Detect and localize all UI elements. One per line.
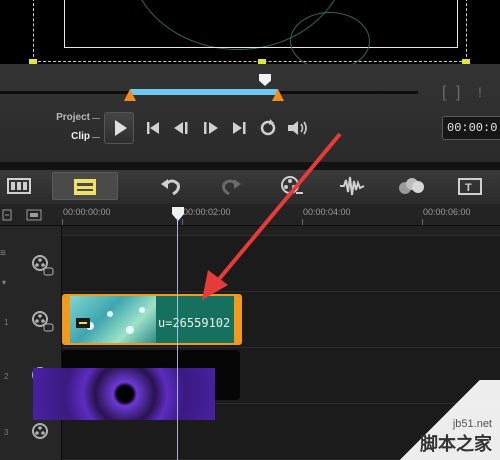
trim-in-handle[interactable] [124, 89, 136, 101]
mark-out-button[interactable]: ] [456, 84, 460, 102]
track-manager-icon[interactable] [26, 208, 48, 222]
fit-timeline-icon[interactable] [2, 208, 22, 222]
project-mode-label[interactable]: Project [20, 112, 90, 123]
track-number: 3 [4, 428, 9, 437]
preview-circle-graphic-2 [290, 12, 370, 70]
clip-mode-label[interactable]: Clip [20, 131, 90, 142]
watermark-name: 脚本之家 [420, 434, 492, 454]
film-reel-icon [32, 311, 54, 332]
title-safe-frame [64, 0, 458, 48]
watermark: jb51.net 脚本之家 [420, 418, 492, 456]
film-strip-icon [7, 178, 31, 194]
timeline-playhead-line [177, 226, 178, 460]
title-icon: T [458, 178, 482, 195]
track-number: 1 [4, 318, 9, 327]
trim-out-handle[interactable] [272, 89, 284, 101]
video-track-toggle[interactable] [28, 252, 56, 278]
overlay-track-3-toggle[interactable] [28, 420, 56, 446]
title-button[interactable]: T [456, 172, 484, 200]
mode-divider [92, 137, 100, 138]
spheres-icon [399, 178, 424, 194]
trim-selection[interactable] [130, 89, 278, 95]
ruler-tick [62, 219, 63, 225]
storyboard-icon [74, 179, 96, 195]
timecode-display[interactable]: 00:00:0 [442, 116, 500, 140]
go-to-start-button[interactable] [143, 117, 163, 146]
mark-in-button[interactable]: [ [442, 84, 446, 102]
clip-thumbnail [70, 296, 156, 343]
ruler-tick [422, 219, 423, 225]
clip-filename: u=26559102 [158, 316, 231, 330]
undo-button[interactable] [158, 172, 184, 200]
chapter-track-icon[interactable]: ≡ [0, 248, 14, 264]
undo-icon [161, 179, 180, 196]
watermark-site: jb51.net [452, 418, 492, 430]
film-reel-icon [32, 423, 48, 439]
trim-marker-icon[interactable]: ! [478, 84, 482, 100]
mode-divider [92, 118, 100, 119]
film-reel-icon [32, 255, 54, 276]
play-button[interactable] [104, 112, 134, 144]
collapse-arrow-icon[interactable]: ▾ [2, 278, 12, 287]
timeline-view-button[interactable] [4, 172, 34, 200]
storyboard-view-button[interactable] [52, 172, 118, 200]
svg-text:T: T [465, 182, 472, 194]
play-icon [115, 120, 127, 136]
ruler-tick-label: 00:00:00:00 [63, 207, 111, 217]
ruler-tick [182, 219, 183, 225]
auto-music-button[interactable] [396, 172, 426, 200]
ruler-tick-label: 00:00:06:00 [423, 207, 471, 217]
annotation-arrow-icon [202, 132, 342, 300]
purple-overlay-image[interactable] [33, 368, 215, 420]
skip-start-icon [147, 122, 159, 134]
track-number: 2 [4, 372, 9, 381]
overlay-track-1-toggle[interactable] [28, 308, 56, 334]
